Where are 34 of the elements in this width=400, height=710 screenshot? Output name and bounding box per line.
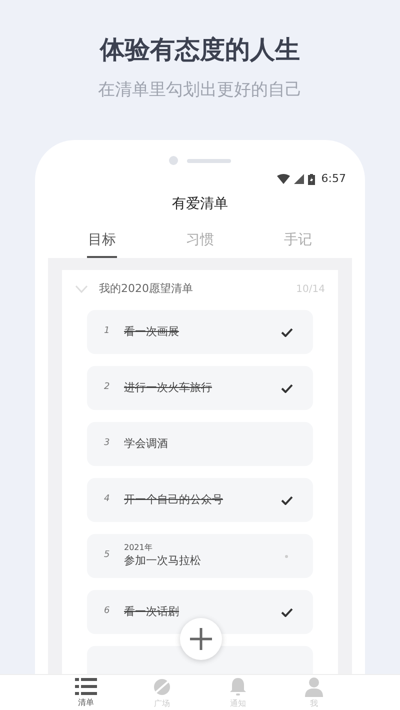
item-note: 2021年 bbox=[124, 542, 154, 554]
list-item[interactable]: 6 看一次话剧 bbox=[87, 590, 313, 634]
item-text: 开一个自己的公众号 bbox=[124, 492, 223, 508]
status-time: 6:57 bbox=[321, 170, 346, 187]
user-icon bbox=[305, 676, 323, 696]
list-item[interactable]: 1 看一次画展 bbox=[87, 310, 313, 354]
headline: 体验有态度的人生 bbox=[100, 34, 300, 66]
battery-icon bbox=[308, 174, 316, 184]
item-number: 2 bbox=[104, 381, 111, 394]
item-text: 进行一次火车旅行 bbox=[124, 380, 212, 396]
list-item[interactable]: 2 进行一次火车旅行 bbox=[87, 366, 313, 410]
list-item[interactable]: 4 开一个自己的公众号 bbox=[87, 478, 313, 522]
list-icon bbox=[75, 678, 97, 696]
plus-icon bbox=[190, 628, 212, 650]
list-item[interactable]: 5 2021年 参加一次马拉松 bbox=[87, 534, 313, 578]
app-title: 有爱清单 bbox=[172, 195, 228, 214]
item-text: 看一次画展 bbox=[124, 324, 179, 340]
chevron-icon[interactable] bbox=[75, 285, 88, 293]
signal-icon bbox=[294, 174, 304, 184]
item-number: 5 bbox=[104, 549, 111, 562]
bell-icon bbox=[229, 676, 247, 696]
item-text: 参加一次马拉松 bbox=[124, 553, 201, 570]
item-number: 4 bbox=[104, 493, 111, 506]
wifi-icon bbox=[277, 174, 290, 184]
item-text: 学会调酒 bbox=[124, 436, 168, 452]
item-text: 看一次话剧 bbox=[124, 604, 179, 620]
nav-item[interactable]: 清单 bbox=[48, 678, 124, 708]
list-item[interactable]: 3 学会调酒 bbox=[87, 422, 313, 466]
item-number: 1 bbox=[104, 325, 111, 338]
list-title: 我的2020愿望清单 bbox=[99, 280, 193, 297]
item-number: 3 bbox=[104, 437, 111, 450]
item-number: 6 bbox=[104, 605, 111, 618]
subheadline: 在清单里勾划出更好的自己 bbox=[98, 79, 302, 102]
speaker-slot bbox=[187, 158, 231, 162]
